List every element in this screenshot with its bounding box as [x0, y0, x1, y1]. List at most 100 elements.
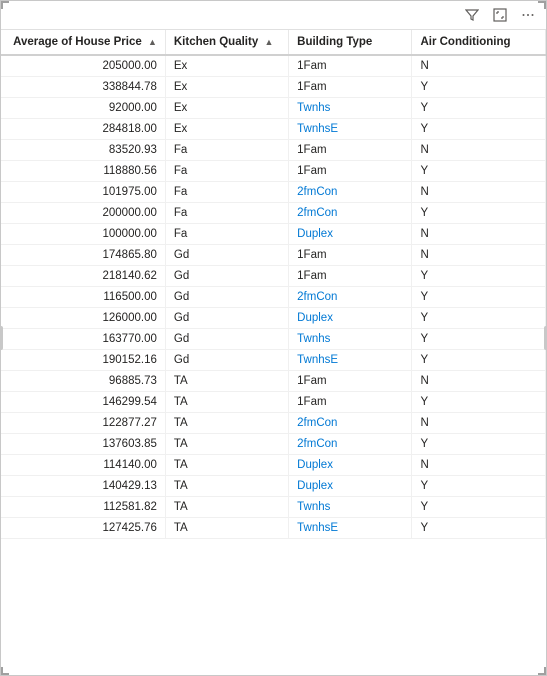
- cell-kitchen: Gd: [165, 350, 288, 371]
- table-wrapper[interactable]: Average of House Price ▲ Kitchen Quality…: [1, 29, 546, 675]
- table-row: 205000.00Ex1FamN: [1, 55, 546, 77]
- cell-kitchen: Gd: [165, 245, 288, 266]
- table-row: 101975.00Fa2fmConN: [1, 182, 546, 203]
- cell-building[interactable]: TwnhsE: [289, 518, 412, 539]
- table-row: 200000.00Fa2fmConY: [1, 203, 546, 224]
- table-row: 338844.78Ex1FamY: [1, 77, 546, 98]
- cell-ac: N: [412, 140, 546, 161]
- table-row: 116500.00Gd2fmConY: [1, 287, 546, 308]
- cell-building[interactable]: Twnhs: [289, 329, 412, 350]
- corner-bracket-br: [538, 667, 546, 675]
- cell-ac: Y: [412, 497, 546, 518]
- cell-ac: N: [412, 224, 546, 245]
- cell-ac: N: [412, 413, 546, 434]
- table-row: 126000.00GdDuplexY: [1, 308, 546, 329]
- table-row: 100000.00FaDuplexN: [1, 224, 546, 245]
- more-options-icon[interactable]: [518, 5, 538, 25]
- cell-ac: Y: [412, 203, 546, 224]
- col-label-kitchen: Kitchen Quality: [174, 36, 258, 48]
- col-header-price[interactable]: Average of House Price ▲: [1, 30, 165, 55]
- filter-icon[interactable]: [462, 5, 482, 25]
- cell-building[interactable]: TwnhsE: [289, 119, 412, 140]
- cell-price: 127425.76: [1, 518, 165, 539]
- cell-building[interactable]: Duplex: [289, 224, 412, 245]
- toolbar: [1, 1, 546, 29]
- cell-kitchen: Ex: [165, 77, 288, 98]
- cell-building: 1Fam: [289, 245, 412, 266]
- cell-price: 83520.93: [1, 140, 165, 161]
- cell-ac: Y: [412, 350, 546, 371]
- cell-kitchen: TA: [165, 518, 288, 539]
- cell-ac: N: [412, 245, 546, 266]
- cell-building[interactable]: TwnhsE: [289, 350, 412, 371]
- cell-kitchen: TA: [165, 497, 288, 518]
- table-row: 122877.27TA2fmConN: [1, 413, 546, 434]
- cell-building[interactable]: 2fmCon: [289, 413, 412, 434]
- cell-building[interactable]: 2fmCon: [289, 287, 412, 308]
- table-row: 174865.80Gd1FamN: [1, 245, 546, 266]
- cell-ac: Y: [412, 266, 546, 287]
- cell-building[interactable]: Duplex: [289, 476, 412, 497]
- expand-icon[interactable]: [490, 5, 510, 25]
- table-row: 96885.73TA1FamN: [1, 371, 546, 392]
- cell-building: 1Fam: [289, 140, 412, 161]
- cell-kitchen: Ex: [165, 98, 288, 119]
- cell-price: 100000.00: [1, 224, 165, 245]
- table-row: 92000.00ExTwnhsY: [1, 98, 546, 119]
- table-visual: Average of House Price ▲ Kitchen Quality…: [0, 0, 547, 676]
- cell-kitchen: TA: [165, 371, 288, 392]
- cell-price: 218140.62: [1, 266, 165, 287]
- col-label-building: Building Type: [297, 36, 372, 48]
- cell-ac: Y: [412, 329, 546, 350]
- cell-price: 146299.54: [1, 392, 165, 413]
- cell-price: 338844.78: [1, 77, 165, 98]
- cell-building: 1Fam: [289, 55, 412, 77]
- table-row: 118880.56Fa1FamY: [1, 161, 546, 182]
- table-row: 218140.62Gd1FamY: [1, 266, 546, 287]
- cell-ac: N: [412, 55, 546, 77]
- cell-kitchen: Fa: [165, 182, 288, 203]
- cell-ac: Y: [412, 476, 546, 497]
- cell-price: 200000.00: [1, 203, 165, 224]
- cell-ac: Y: [412, 392, 546, 413]
- cell-building[interactable]: Duplex: [289, 455, 412, 476]
- cell-price: 118880.56: [1, 161, 165, 182]
- cell-building[interactable]: 2fmCon: [289, 203, 412, 224]
- cell-building[interactable]: 2fmCon: [289, 182, 412, 203]
- col-header-kitchen[interactable]: Kitchen Quality ▲: [165, 30, 288, 55]
- cell-building[interactable]: Twnhs: [289, 98, 412, 119]
- cell-price: 101975.00: [1, 182, 165, 203]
- cell-ac: Y: [412, 119, 546, 140]
- cell-price: 96885.73: [1, 371, 165, 392]
- resize-handle-left[interactable]: [0, 326, 3, 350]
- cell-building[interactable]: 2fmCon: [289, 434, 412, 455]
- cell-building: 1Fam: [289, 392, 412, 413]
- cell-price: 112581.82: [1, 497, 165, 518]
- cell-ac: N: [412, 455, 546, 476]
- cell-kitchen: Fa: [165, 203, 288, 224]
- cell-building: 1Fam: [289, 77, 412, 98]
- cell-kitchen: Gd: [165, 329, 288, 350]
- table-row: 146299.54TA1FamY: [1, 392, 546, 413]
- table-row: 127425.76TATwnhsEY: [1, 518, 546, 539]
- corner-bracket-bl: [1, 667, 9, 675]
- cell-price: 92000.00: [1, 98, 165, 119]
- col-header-ac[interactable]: Air Conditioning: [412, 30, 546, 55]
- cell-ac: Y: [412, 161, 546, 182]
- cell-building: 1Fam: [289, 371, 412, 392]
- cell-ac: Y: [412, 308, 546, 329]
- data-table: Average of House Price ▲ Kitchen Quality…: [1, 30, 546, 539]
- cell-kitchen: TA: [165, 413, 288, 434]
- table-row: 190152.16GdTwnhsEY: [1, 350, 546, 371]
- col-header-building[interactable]: Building Type: [289, 30, 412, 55]
- cell-price: 190152.16: [1, 350, 165, 371]
- cell-price: 126000.00: [1, 308, 165, 329]
- sort-icon-kitchen: ▲: [264, 37, 273, 47]
- corner-bracket-tl: [1, 1, 9, 9]
- cell-building: 1Fam: [289, 161, 412, 182]
- cell-building[interactable]: Duplex: [289, 308, 412, 329]
- cell-ac: N: [412, 371, 546, 392]
- cell-ac: N: [412, 182, 546, 203]
- cell-price: 174865.80: [1, 245, 165, 266]
- cell-building[interactable]: Twnhs: [289, 497, 412, 518]
